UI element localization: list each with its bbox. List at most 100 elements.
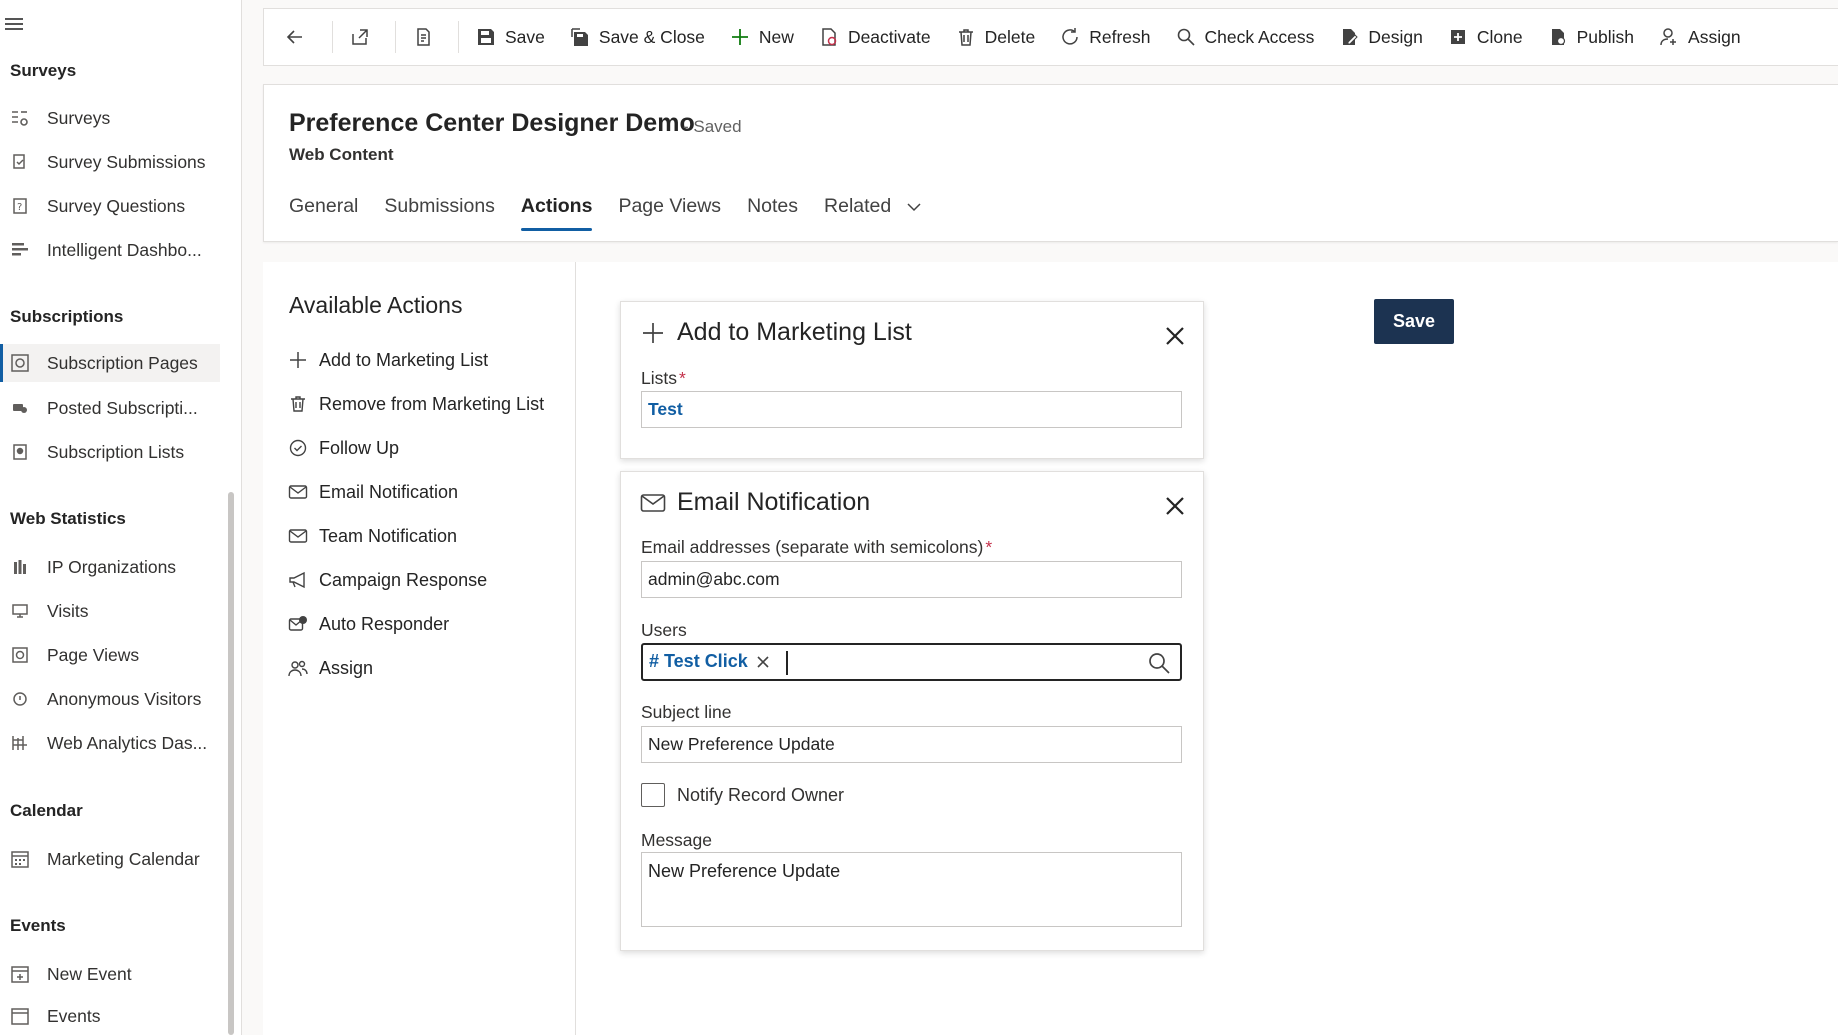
popout-icon xyxy=(349,26,371,48)
action-auto-responder[interactable]: Auto Responder xyxy=(287,608,449,640)
tab-actions[interactable]: Actions xyxy=(508,185,606,231)
action-email-notification[interactable]: Email Notification xyxy=(287,476,458,508)
sidebar-item-subscription-lists[interactable]: Subscription Lists xyxy=(0,433,220,471)
refresh-icon xyxy=(1059,26,1081,48)
sidebar-item-label: Survey Submissions xyxy=(47,151,206,172)
sidebar-item-events[interactable]: Events xyxy=(0,997,220,1035)
refresh-label: Refresh xyxy=(1089,26,1151,47)
survey-list-icon xyxy=(8,106,32,130)
tab-list: General Submissions Actions Page Views N… xyxy=(276,185,934,231)
save-actions-button[interactable]: Save xyxy=(1374,299,1454,344)
publish-button[interactable]: Publish xyxy=(1535,17,1646,57)
sidebar-item-marketing-calendar[interactable]: Marketing Calendar xyxy=(0,840,220,878)
sidebar-item-visits[interactable]: Visits xyxy=(0,592,220,630)
refresh-button[interactable]: Refresh xyxy=(1047,17,1162,57)
envelope-icon xyxy=(639,489,667,517)
tab-related[interactable]: Related xyxy=(811,185,934,231)
available-actions-pane: Available Actions Add to Marketing List … xyxy=(263,262,576,1035)
action-follow-up[interactable]: Follow Up xyxy=(287,432,399,464)
sidebar-item-surveys[interactable]: Surveys xyxy=(0,99,220,137)
action-remove-from-marketing-list[interactable]: Remove from Marketing List xyxy=(287,388,544,420)
marketing-panel-header: Add to Marketing List xyxy=(639,318,912,347)
trash-icon xyxy=(955,26,977,48)
required-mark: * xyxy=(678,368,686,388)
sidebar-item-subscription-pages[interactable]: Subscription Pages xyxy=(0,344,220,382)
plus-icon xyxy=(639,319,667,347)
email-notification-panel: Email Notification Email addresses (sepa… xyxy=(620,471,1204,951)
sidebar-item-label: Web Analytics Das... xyxy=(47,732,208,753)
sidebar-item-web-analytics-dashboard[interactable]: Web Analytics Das... xyxy=(0,724,220,762)
sidebar-scrollbar[interactable] xyxy=(228,492,234,1035)
sidebar-item-survey-submissions[interactable]: Survey Submissions xyxy=(0,143,220,181)
action-campaign-response[interactable]: Campaign Response xyxy=(287,564,487,596)
action-label: Add to Marketing List xyxy=(319,349,489,370)
command-bar: Save Save & Close New Deactivate Delete … xyxy=(263,8,1838,66)
svg-text:?: ? xyxy=(17,202,22,213)
action-team-notification[interactable]: Team Notification xyxy=(287,520,457,552)
publish-icon xyxy=(1547,26,1569,48)
check-access-button[interactable]: Check Access xyxy=(1163,17,1327,57)
divider xyxy=(458,21,459,53)
deactivate-button[interactable]: Deactivate xyxy=(806,17,943,57)
remove-tag-icon[interactable] xyxy=(756,655,770,669)
tab-submissions[interactable]: Submissions xyxy=(371,185,508,231)
form-edit-icon xyxy=(412,26,434,48)
delete-button[interactable]: Delete xyxy=(943,17,1048,57)
sidebar-item-label: Posted Subscripti... xyxy=(47,397,198,418)
auto-responder-icon xyxy=(287,613,309,635)
publish-label: Publish xyxy=(1576,26,1635,47)
tab-notes[interactable]: Notes xyxy=(734,185,811,231)
tab-page-views[interactable]: Page Views xyxy=(605,185,734,231)
clone-button[interactable]: Clone xyxy=(1435,17,1535,57)
sidebar: Surveys Surveys Survey Submissions ? Sur… xyxy=(0,0,242,1035)
hamburger-menu-icon[interactable] xyxy=(5,18,23,32)
subscription-list-icon xyxy=(8,440,32,464)
save-label: Save xyxy=(505,26,545,47)
sidebar-item-label: Page Views xyxy=(47,644,140,665)
sidebar-item-ip-organizations[interactable]: IP Organizations xyxy=(0,548,220,586)
sidebar-item-label: Visits xyxy=(47,600,89,621)
sidebar-item-intelligent-dashboard[interactable]: Intelligent Dashbo... xyxy=(0,231,220,269)
form-selector-button[interactable] xyxy=(400,17,454,57)
message-textarea[interactable]: New Preference Update xyxy=(641,852,1182,927)
person-assign-icon xyxy=(1658,26,1680,48)
sidebar-item-new-event[interactable]: New Event xyxy=(0,955,220,993)
action-add-to-marketing-list[interactable]: Add to Marketing List xyxy=(287,344,488,376)
assign-button[interactable]: Assign xyxy=(1646,17,1753,57)
subject-line-input[interactable] xyxy=(641,726,1182,763)
save-command-button[interactable]: Save xyxy=(463,17,557,57)
subject-line-label: Subject line xyxy=(641,702,732,722)
notify-record-owner-checkbox[interactable] xyxy=(641,783,665,807)
sidebar-item-label: Events xyxy=(47,1005,101,1026)
action-label: Assign xyxy=(319,657,374,678)
lists-input[interactable] xyxy=(641,391,1182,428)
globe-page-icon xyxy=(8,643,32,667)
entity-name: Web Content xyxy=(289,145,394,164)
search-icon[interactable] xyxy=(1148,652,1170,674)
people-assign-icon xyxy=(287,657,309,679)
action-label: Remove from Marketing List xyxy=(319,393,545,414)
email-addresses-input[interactable] xyxy=(641,561,1182,598)
close-icon[interactable] xyxy=(1163,324,1187,348)
user-tag[interactable]: # Test Click xyxy=(649,651,770,672)
close-icon[interactable] xyxy=(1163,494,1187,518)
users-lookup-field[interactable]: # Test Click xyxy=(641,643,1182,681)
open-new-window-button[interactable] xyxy=(337,17,391,57)
save-icon xyxy=(475,26,497,48)
page-title: Preference Center Designer Demo xyxy=(289,109,695,137)
save-close-icon xyxy=(569,26,591,48)
visitor-icon xyxy=(8,687,32,711)
sidebar-item-label: Intelligent Dashbo... xyxy=(47,239,202,260)
tab-general[interactable]: General xyxy=(276,185,371,231)
sidebar-item-survey-questions[interactable]: ? Survey Questions xyxy=(0,187,220,225)
new-button[interactable]: New xyxy=(717,17,806,57)
sidebar-item-posted-subscriptions[interactable]: Posted Subscripti... xyxy=(0,389,220,427)
back-button[interactable] xyxy=(264,17,328,57)
text-cursor xyxy=(786,651,788,675)
email-label-text: Email addresses (separate with semicolon… xyxy=(641,537,984,557)
sidebar-item-anonymous-visitors[interactable]: Anonymous Visitors xyxy=(0,680,220,718)
design-button[interactable]: Design xyxy=(1326,17,1434,57)
action-assign[interactable]: Assign xyxy=(287,652,373,684)
sidebar-item-page-views[interactable]: Page Views xyxy=(0,636,220,674)
save-close-button[interactable]: Save & Close xyxy=(557,17,717,57)
